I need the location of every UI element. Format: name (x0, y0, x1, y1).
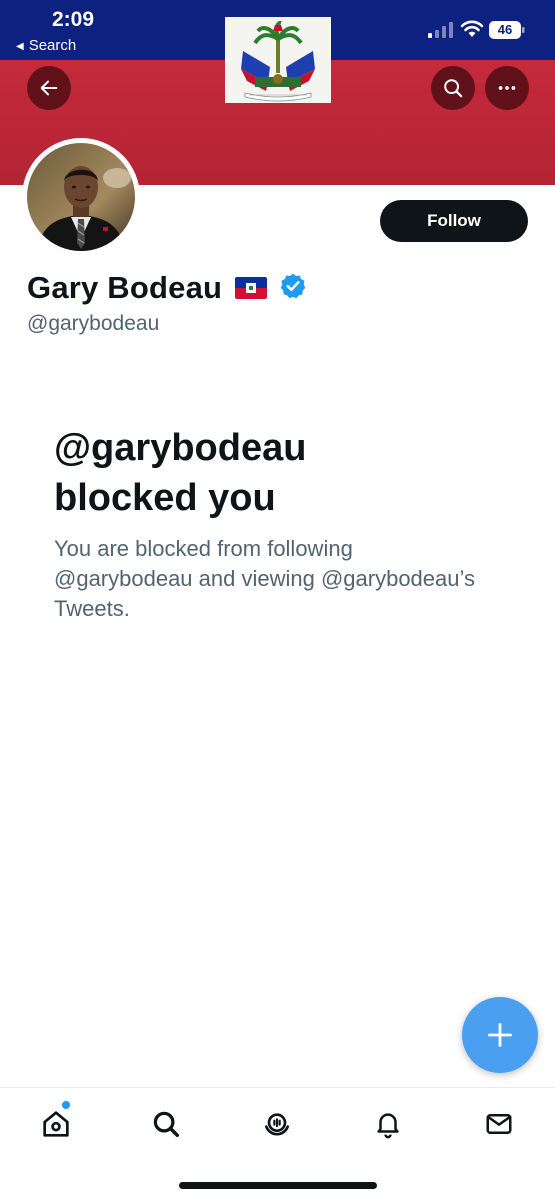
cellular-signal-icon (428, 22, 454, 38)
home-indicator-bar[interactable] (179, 1182, 377, 1189)
status-back-label: Search (28, 37, 77, 54)
spaces-icon (265, 1113, 289, 1136)
compose-tweet-button[interactable] (462, 997, 538, 1073)
blocked-title: @garybodeau blocked you (54, 423, 514, 523)
home-notification-dot (62, 1101, 70, 1109)
plus-icon (488, 1023, 512, 1047)
bell-icon (377, 1113, 399, 1139)
battery-indicator: 46 (489, 21, 525, 39)
profile-handle: @garybodeau (27, 312, 160, 335)
tab-explore[interactable] (146, 1106, 186, 1142)
wifi-icon (460, 20, 484, 38)
blocked-title-line1: @garybodeau (54, 427, 307, 469)
tab-notifications[interactable] (368, 1106, 408, 1142)
profile-name-row: Gary Bodeau (27, 268, 307, 308)
back-triangle-icon: ◀ (16, 41, 24, 52)
battery-level: 46 (497, 22, 513, 37)
coat-of-arms-image (225, 17, 331, 103)
verified-badge-icon (279, 272, 307, 305)
avatar-photo (27, 143, 135, 251)
mail-icon (486, 1114, 512, 1134)
profile-avatar[interactable] (22, 138, 140, 256)
back-button[interactable] (27, 66, 71, 110)
home-icon (43, 1111, 69, 1137)
blocked-description: You are blocked from following @garybode… (54, 536, 475, 621)
follow-button[interactable]: Follow (380, 200, 528, 242)
more-options-button[interactable] (485, 66, 529, 110)
blocked-title-line2: blocked you (54, 477, 276, 519)
search-icon (444, 79, 463, 98)
search-icon (153, 1111, 179, 1137)
status-time: 2:09 (52, 8, 95, 31)
arrow-left-icon (40, 80, 58, 96)
status-back-to-app[interactable]: ◀ Search (16, 37, 76, 54)
search-profile-button[interactable] (431, 66, 475, 110)
tab-messages[interactable] (479, 1106, 519, 1142)
haiti-flag-icon (235, 277, 268, 299)
display-name: Gary Bodeau (27, 270, 223, 305)
tab-home[interactable] (36, 1106, 76, 1142)
more-horizontal-icon (498, 86, 516, 90)
tab-spaces[interactable] (257, 1106, 297, 1142)
